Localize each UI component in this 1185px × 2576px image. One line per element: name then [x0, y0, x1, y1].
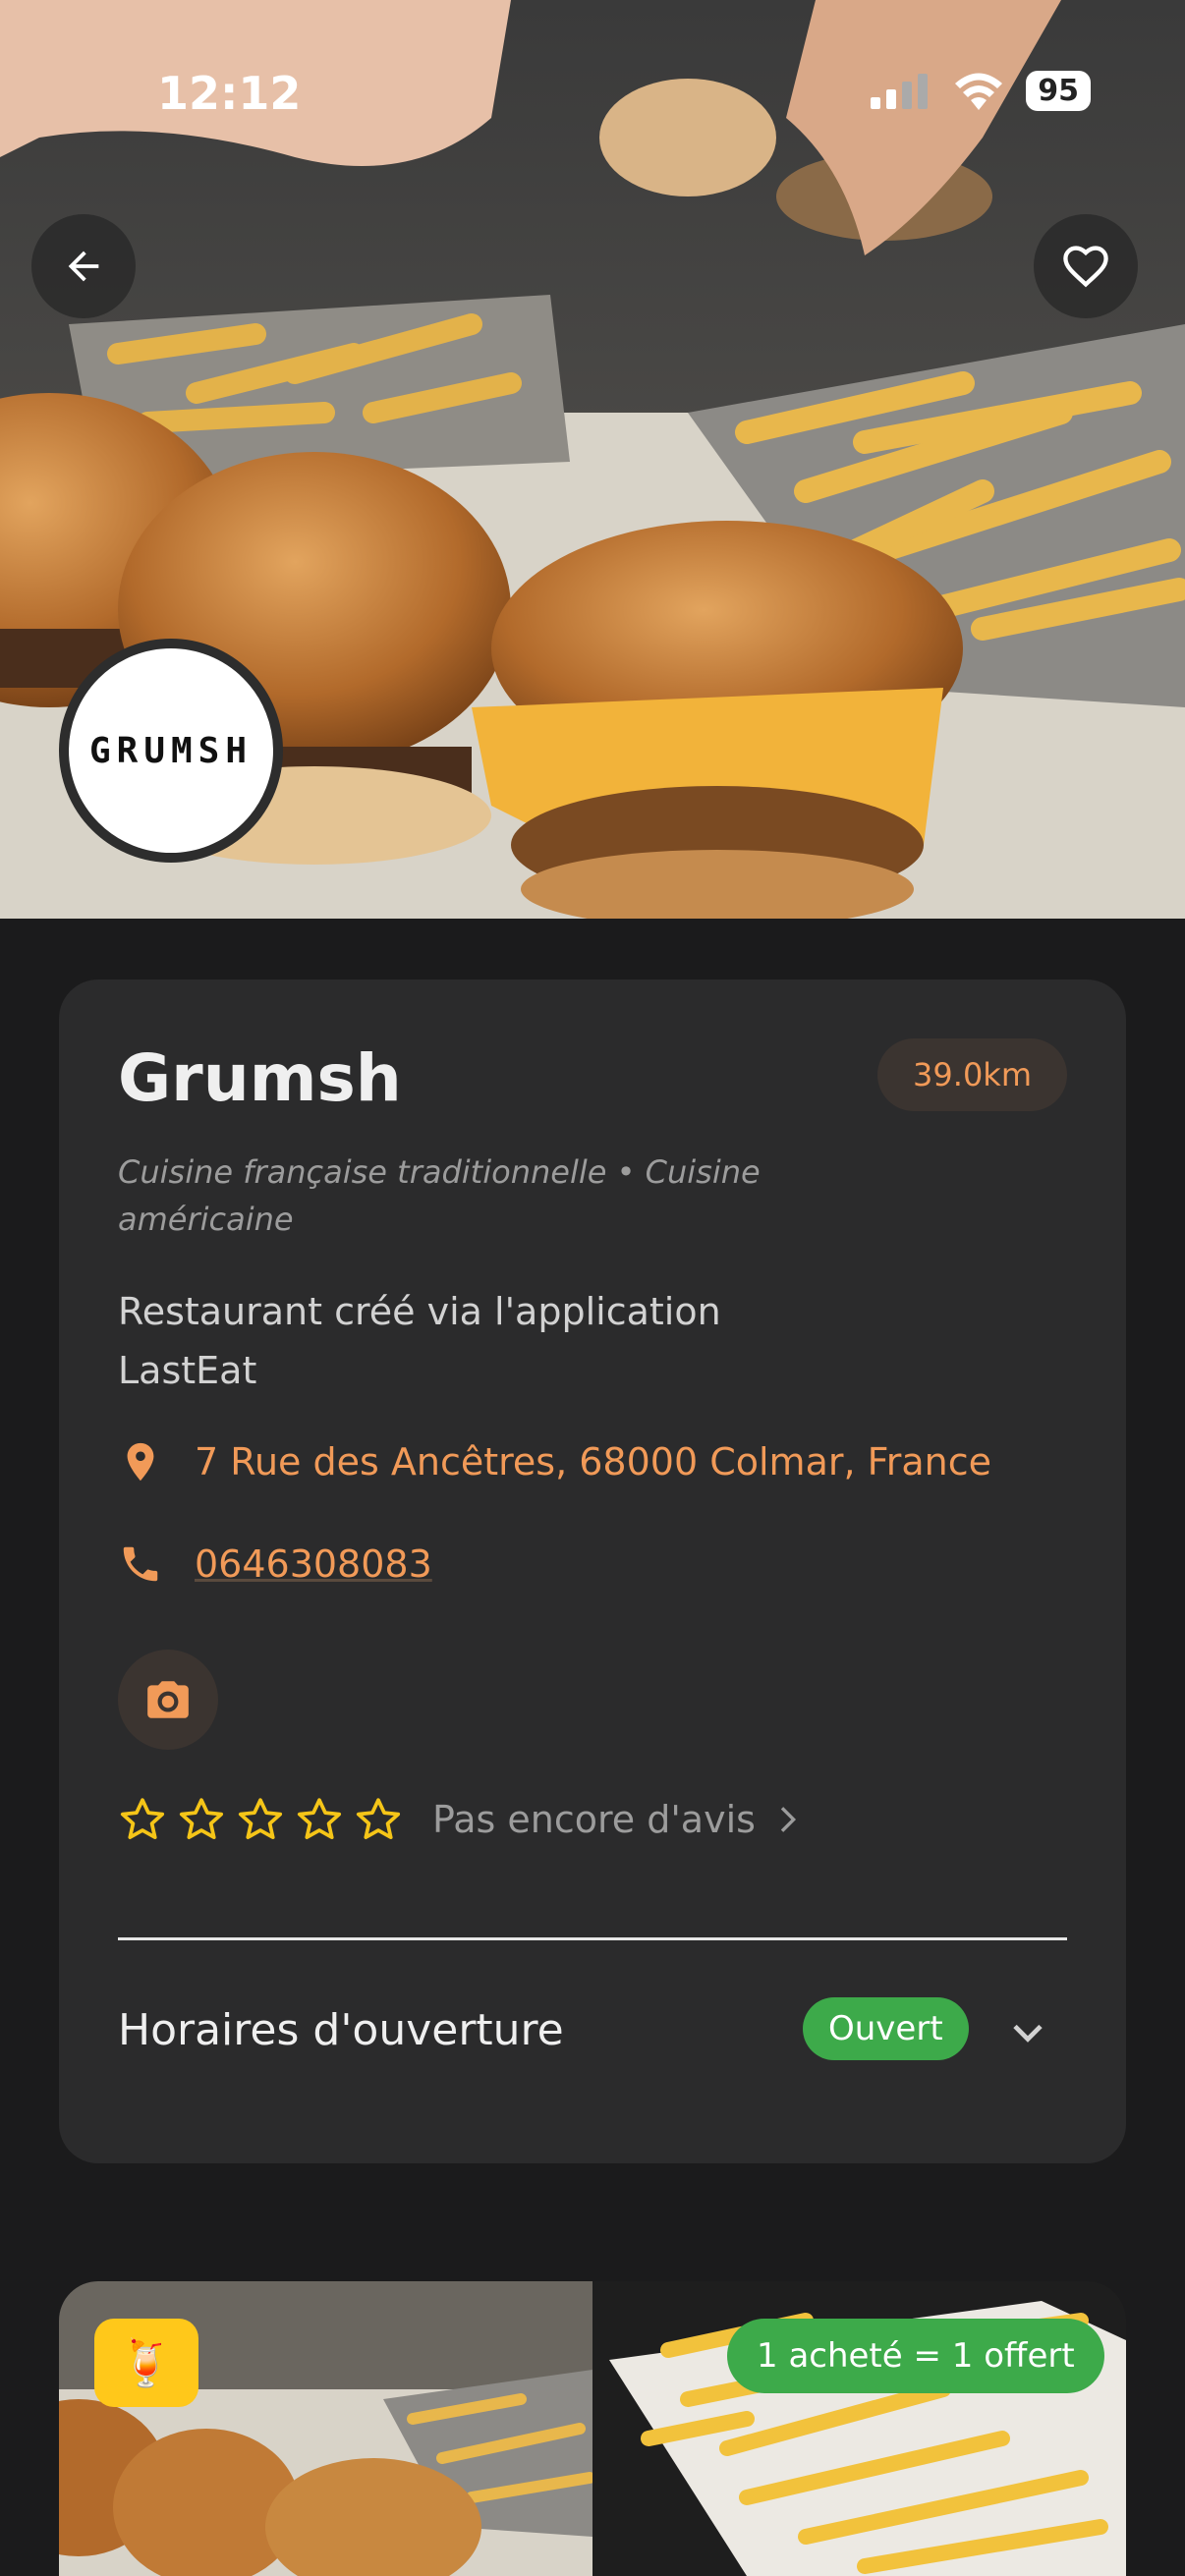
wifi-icon [955, 73, 1003, 110]
star-icon [179, 1798, 224, 1839]
cuisine-types: Cuisine française traditionnelle • Cuisi… [118, 1153, 761, 1238]
status-icons: 95 [871, 71, 1091, 111]
chevron-down-icon[interactable] [1002, 2007, 1053, 2058]
cocktail-icon: 🍹 [118, 2335, 175, 2389]
star-rating [118, 1795, 403, 1844]
add-photo-button[interactable] [118, 1650, 218, 1750]
hero-image: 12:12 95 GRUMSH [0, 0, 1185, 919]
chevron-right-icon [780, 1807, 796, 1832]
deal-badge: 1 acheté = 1 offert [727, 2319, 1104, 2393]
battery-indicator: 95 [1026, 71, 1091, 111]
restaurant-logo: GRUMSH [59, 639, 283, 863]
rating-row[interactable]: Pas encore d'avis [118, 1795, 807, 1844]
star-icon [238, 1798, 283, 1839]
back-button[interactable] [31, 214, 136, 318]
offer-card[interactable]: 🍹 1 acheté = 1 offert [59, 2281, 1126, 2576]
star-icon [297, 1798, 342, 1839]
open-status-badge: Ouvert [803, 1997, 969, 2060]
arrow-left-icon [68, 251, 99, 282]
status-time: 12:12 [157, 67, 302, 120]
address-text[interactable]: 7 Rue des Ancêtres, 68000 Colmar, France [195, 1440, 991, 1484]
distance-badge: 39.0km [877, 1038, 1067, 1111]
heart-icon [1063, 246, 1108, 288]
address-row[interactable]: 7 Rue des Ancêtres, 68000 Colmar, France [118, 1439, 991, 1484]
drink-badge: 🍹 [94, 2319, 198, 2407]
opening-hours-label[interactable]: Horaires d'ouverture [118, 2005, 564, 2055]
restaurant-info-card: Grumsh 39.0km Cuisine française traditio… [59, 980, 1126, 2163]
reviews-link[interactable]: Pas encore d'avis [432, 1798, 807, 1841]
favorite-button[interactable] [1034, 214, 1138, 318]
reviews-text: Pas encore d'avis [432, 1798, 756, 1841]
phone-row[interactable]: 0646308083 [118, 1541, 432, 1587]
star-icon [120, 1798, 165, 1839]
camera-icon [147, 1681, 189, 1718]
phone-icon [123, 1546, 158, 1582]
divider [118, 1937, 1067, 1940]
restaurant-description: Restaurant créé via l'application LastEa… [118, 1290, 721, 1392]
restaurant-name: Grumsh [118, 1040, 402, 1116]
signal-icon [871, 73, 929, 109]
star-icon [356, 1798, 401, 1839]
phone-number[interactable]: 0646308083 [195, 1542, 432, 1586]
location-pin-icon [127, 1442, 154, 1482]
logo-text: GRUMSH [88, 730, 254, 771]
